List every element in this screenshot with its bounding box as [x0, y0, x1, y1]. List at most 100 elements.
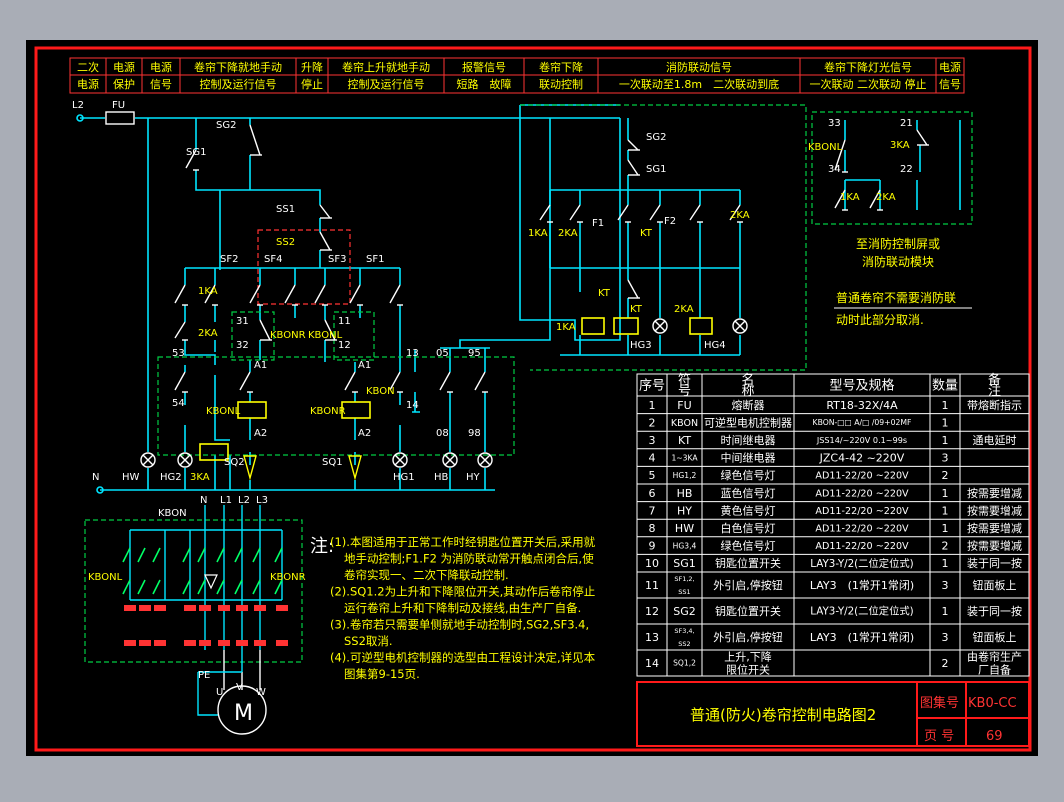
table-cell-8-4: 1: [942, 522, 949, 535]
cell-text-7-1: HY: [677, 504, 692, 517]
label-SQ1: SQ1: [322, 457, 343, 468]
cell-text-9-3: AD11-22/20 ~220V: [815, 541, 909, 552]
table-cell-8-0: 8: [649, 522, 656, 535]
table-cell-10-0: 10: [645, 557, 659, 570]
table-cell-5-0: 5: [649, 469, 656, 482]
label-54: 54: [172, 398, 185, 409]
label-N: N: [92, 472, 99, 483]
header-cell-bottom-0: 电源: [77, 77, 99, 91]
label-12: 12: [338, 340, 351, 351]
table-cell-8-5: 按需要增减: [967, 521, 1022, 535]
table-cell-7-5: 按需要增减: [967, 503, 1022, 517]
table-cell-12-2: 钥匙位置开关: [715, 604, 781, 618]
table-cell-2-3: KBON-□□ A/□ /09+02MF: [813, 418, 912, 427]
cell-text-0-1: 符号: [678, 372, 691, 399]
table-cell-10-5: 装于同一按: [967, 556, 1022, 570]
cell-text-12-0: 12: [645, 605, 659, 618]
label-11: 11: [338, 316, 351, 327]
header-cell-top-5: 卷帘上升就地手动: [342, 60, 430, 74]
label-V: V: [236, 682, 243, 693]
label-98: 98: [468, 428, 481, 439]
note-line-2: 地手动控制;F1.F2 为消防联动常开触点闭合后,使: [344, 552, 594, 566]
header-cell-bottom-5: 控制及运行信号: [348, 77, 425, 91]
cell-text-9-2: 绿色信号灯: [721, 539, 776, 553]
note-line-6: (3).卷帘若只需要单侧就地手动控制时,SG2,SF3.4,: [330, 618, 589, 632]
cell-text-13-4: 3: [942, 631, 949, 644]
table-cell-1-0: 1: [649, 399, 656, 412]
label-05: 05: [436, 348, 449, 359]
table-cell-4-4: 3: [942, 452, 949, 465]
label-SF1: SF1: [366, 254, 384, 265]
cell-text-2-2: 可逆型电机控制器: [704, 415, 792, 429]
label-F1: F1: [592, 218, 604, 229]
label-3KA-r: 3KA: [890, 140, 910, 151]
table-cell-2-2: 可逆型电机控制器: [704, 415, 792, 429]
table-cell-4-0: 4: [649, 452, 656, 465]
label-motor-L3: L3: [256, 495, 268, 506]
header-cell-top-6: 报警信号: [462, 60, 506, 74]
note-line-8: (4).可逆型电机控制器的选型由工程设计决定,详见本: [330, 651, 596, 665]
cell-text-8-4: 1: [942, 522, 949, 535]
table-cell-12-4: 1: [942, 605, 949, 618]
label-SF3: SF3: [328, 254, 346, 265]
cell-text-3-2: 时间继电器: [721, 434, 776, 447]
label-SG1-right: SG1: [646, 164, 666, 175]
cell-text-8-3: AD11-22/20 ~220V: [815, 523, 909, 534]
table-header-0-0: 序号: [639, 379, 665, 394]
table-cell-10-4: 1: [942, 557, 949, 570]
cell-text-5-0: 5: [649, 469, 656, 482]
label-1KA-a: 1KA: [198, 286, 218, 297]
label-1KA-coil: 1KA: [556, 322, 576, 333]
table-cell-11-2: 外引启,停按钮: [713, 578, 783, 592]
table-cell-8-1: HW: [675, 522, 694, 535]
fire-note-line3: 普通卷帘不需要消防联: [836, 290, 956, 305]
table-cell-3-0: 3: [649, 434, 656, 447]
table-cell-7-3: AD11-22/20 ~220V: [815, 506, 909, 517]
label-1KA-r: 1KA: [840, 192, 860, 203]
header-cell-bottom-10: 信号: [939, 78, 961, 91]
label-1KA-b: 1KA: [528, 228, 548, 239]
table-cell-10-2: 钥匙位置开关: [715, 556, 781, 570]
label-SG1-left: SG1: [186, 147, 206, 158]
table-cell-3-1: KT: [678, 434, 691, 447]
cell-text-6-4: 1: [942, 487, 949, 500]
label-L2: L2: [72, 100, 84, 111]
table-cell-9-5: 按需要增减: [967, 539, 1022, 553]
label-2KA-a: 2KA: [198, 328, 218, 339]
header-cell-top-9: 卷帘下降灯光信号: [824, 60, 912, 74]
cell-text-1-4: 1: [942, 399, 949, 412]
label-14: 14: [406, 400, 419, 411]
label-13: 13: [406, 348, 419, 359]
cell-text-4-1: 1~3KA: [671, 453, 698, 462]
label-KBONR-a: KBONR: [270, 330, 306, 341]
cell-text-1-1: FU: [677, 399, 691, 412]
header-cell-top-7: 卷帘下降: [539, 60, 583, 74]
cell-text-10-0: 10: [645, 557, 659, 570]
label-KT-b: KT: [598, 288, 611, 299]
label-31: 31: [236, 316, 249, 327]
table-cell-12-5: 装于同一按: [967, 604, 1022, 618]
label-HW: HW: [122, 472, 140, 483]
table-cell-6-2: 蓝色信号灯: [721, 486, 776, 500]
cell-text-8-2: 白色信号灯: [721, 521, 776, 535]
header-cell-bottom-2: 信号: [150, 78, 172, 91]
label-U: U: [216, 687, 223, 698]
header-cell-top-1: 电源: [113, 60, 135, 74]
cell-text-8-1: HW: [675, 522, 694, 535]
cell-text-9-4: 2: [942, 540, 949, 553]
header-cell-bottom-6: 短路 故障: [457, 77, 512, 91]
label-53: 53: [172, 348, 185, 359]
table-cell-14-4: 2: [942, 657, 949, 670]
cell-text-0-2: 名称: [741, 372, 754, 399]
header-cell-top-4: 升降: [301, 60, 323, 74]
cell-text-12-4: 1: [942, 605, 949, 618]
cell-text-6-1: HB: [677, 487, 693, 500]
label-HG1: HG1: [393, 472, 415, 483]
label-A2b: A2: [358, 428, 371, 439]
cell-text-5-1: HG1,2: [673, 471, 697, 480]
label-21: 21: [900, 118, 913, 129]
table-cell-1-5: 带熔断指示: [967, 398, 1022, 412]
cell-text-8-5: 按需要增减: [967, 521, 1022, 535]
cell-text-7-0: 7: [649, 504, 656, 517]
cell-text-3-3: JSS14/~220V 0.1~99s: [816, 435, 907, 445]
